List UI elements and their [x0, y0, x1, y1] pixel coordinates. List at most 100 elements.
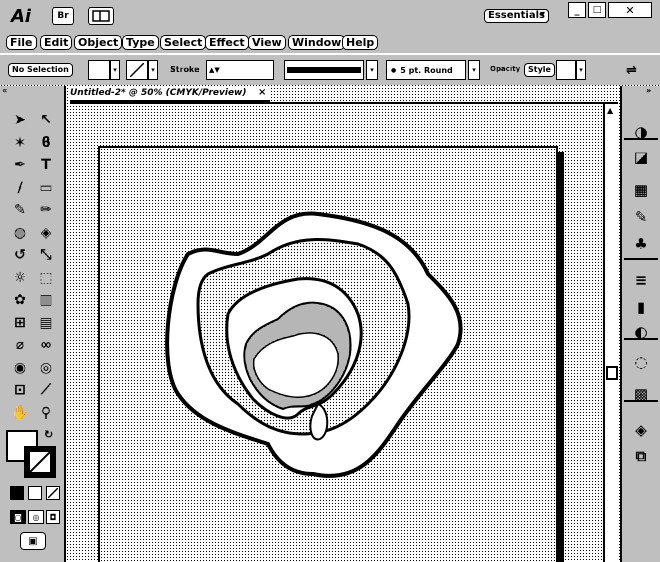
panel-dock: » ◑ ◪ ▦ ✎ ♣ ≡ ▮ ◐ ◌ ▩ ◈ ⧉	[620, 86, 660, 562]
document-tab[interactable]: Untitled-2* @ 50% (CMYK/Preview) ×	[70, 87, 270, 102]
direct-selection-tool-icon[interactable]: ↖	[36, 110, 56, 130]
stroke-panel-icon[interactable]: ≡	[629, 268, 653, 292]
graph-tool-icon[interactable]: ▥	[36, 290, 56, 310]
fill-swatch[interactable]	[88, 60, 110, 80]
panel-group-divider	[624, 400, 658, 402]
brushes-panel-icon[interactable]: ✎	[629, 205, 653, 229]
profile-dropdown-icon[interactable]: ▾	[366, 60, 378, 80]
control-bar: No Selection ▾ ▾ Stroke ▲▼ ▾ ● 5 pt. Rou…	[0, 55, 660, 85]
vertical-scrollbar[interactable]: ▲	[603, 104, 619, 562]
gradient-panel-icon[interactable]: ▮	[629, 295, 653, 319]
draw-inside-button[interactable]: ◘	[46, 510, 60, 524]
screen-mode-button[interactable]: ▣	[20, 532, 46, 550]
menu-select[interactable]: Select	[160, 35, 207, 50]
rectangle-tool-icon[interactable]: ▭	[36, 178, 56, 198]
style-swatch[interactable]	[556, 60, 576, 80]
color-mode-button[interactable]	[10, 486, 24, 500]
panel-group-divider	[624, 338, 658, 340]
style-dropdown-icon[interactable]: ▾	[576, 60, 586, 80]
stroke-weight-field[interactable]: ▲▼	[206, 60, 274, 80]
appearance-panel-icon[interactable]: ◌	[629, 350, 653, 374]
scroll-thumb[interactable]	[606, 366, 618, 380]
stroke-dropdown-icon[interactable]: ▾	[148, 60, 158, 80]
live-paint-tool-icon[interactable]: ◉	[10, 358, 30, 378]
panel-group-divider	[624, 138, 658, 140]
menu-edit[interactable]: Edit	[40, 35, 73, 50]
scale-tool-icon[interactable]: ⤡	[36, 245, 56, 265]
stroke-color-box[interactable]	[24, 446, 56, 478]
menu-object[interactable]: Object	[74, 35, 123, 50]
transparency-panel-icon[interactable]: ◐	[629, 320, 653, 344]
hand-tool-icon[interactable]: ✋	[10, 403, 30, 423]
none-mode-button[interactable]	[46, 486, 60, 500]
paintbrush-tool-icon[interactable]: ✎	[10, 200, 30, 220]
menu-bar: File Edit Object Type Select Effect View…	[0, 33, 660, 53]
menu-type[interactable]: Type	[122, 35, 159, 50]
artboards-panel-icon[interactable]: ⧉	[629, 444, 653, 468]
lasso-tool-icon[interactable]: ϐ	[36, 133, 56, 153]
restore-icon[interactable]: □	[588, 2, 606, 18]
menu-help[interactable]: Help	[342, 35, 379, 50]
menu-view[interactable]: View	[248, 35, 286, 50]
blob-brush-tool-icon[interactable]: ◍	[10, 223, 30, 243]
blend-tool-icon[interactable]: ∞	[36, 335, 56, 355]
brush-dot-icon: ●	[391, 66, 397, 74]
panel-group-divider	[624, 258, 658, 260]
swatches-panel-icon[interactable]: ▦	[629, 178, 653, 202]
slice-tool-icon[interactable]: ⟋	[36, 380, 56, 400]
control-options-icon[interactable]: ⇌	[626, 63, 637, 78]
fill-dropdown-icon[interactable]: ▾	[110, 60, 120, 80]
opacity-label[interactable]: Opacity	[490, 65, 520, 73]
pencil-tool-icon[interactable]: ✏	[36, 200, 56, 220]
panel-dock-collapse-icon[interactable]: »	[646, 86, 651, 95]
rotate-tool-icon[interactable]: ↺	[10, 245, 30, 265]
scroll-up-icon[interactable]: ▲	[607, 106, 613, 115]
menu-file[interactable]: File	[6, 35, 37, 50]
color-guide-panel-icon[interactable]: ◪	[629, 145, 653, 169]
gradient-tool-icon[interactable]: ▤	[36, 313, 56, 333]
free-transform-tool-icon[interactable]: ⬚	[36, 268, 56, 288]
warp-tool-icon[interactable]: ☼	[10, 268, 30, 288]
artboard-tool-icon[interactable]: ⊡	[10, 380, 30, 400]
tools-panel: « ➤ ↖ ✶ ϐ ✒ T ∕ ▭ ✎ ✏ ◍ ◈ ↺ ⤡ ☼ ⬚ ✿ ▥ ⊞ ▤ ⌀ ∞ ◉ ◎ ⊡ ⟋ ✋ ⚲ ↻ ◙ ◎ ◘ ▣	[0, 86, 66, 562]
document-tab-close-icon[interactable]: ×	[258, 87, 266, 98]
brush-definition-value: 5 pt. Round	[400, 65, 453, 75]
live-paint-selection-tool-icon[interactable]: ◎	[36, 358, 56, 378]
tools-panel-header[interactable]: «	[2, 86, 7, 95]
style-label[interactable]: Style	[524, 63, 555, 77]
color-panel-icon[interactable]: ◑	[629, 120, 653, 144]
document-tab-title: Untitled-2* @ 50% (CMYK/Preview)	[70, 88, 247, 98]
graphic-styles-panel-icon[interactable]: ▩	[629, 382, 653, 406]
arrange-documents-icon[interactable]	[88, 7, 114, 25]
workspace-chevron-icon[interactable]: ▾	[540, 9, 545, 20]
mesh-tool-icon[interactable]: ⊞	[10, 313, 30, 333]
type-tool-icon[interactable]: T	[36, 155, 56, 175]
swap-fill-stroke-icon[interactable]: ↻	[44, 428, 53, 441]
application-bar: Ai Br Essentials ▾ _ □ ✕	[0, 0, 660, 33]
menu-window[interactable]: Window	[288, 35, 346, 50]
symbols-panel-icon[interactable]: ♣	[629, 232, 653, 256]
eyedropper-tool-icon[interactable]: ⌀	[10, 335, 30, 355]
draw-normal-button[interactable]: ◙	[10, 510, 26, 524]
draw-behind-button[interactable]: ◎	[28, 510, 44, 524]
brush-dropdown-icon[interactable]: ▾	[468, 60, 480, 80]
minimize-icon[interactable]: _	[568, 2, 586, 18]
pen-tool-icon[interactable]: ✒	[10, 155, 30, 175]
bridge-button[interactable]: Br	[52, 7, 74, 25]
stroke-swatch[interactable]	[126, 60, 148, 80]
canvas-area[interactable]	[68, 104, 603, 562]
layers-panel-icon[interactable]: ◈	[629, 418, 653, 442]
line-tool-icon[interactable]: ∕	[10, 178, 30, 198]
menu-effect[interactable]: Effect	[205, 35, 249, 50]
symbol-sprayer-tool-icon[interactable]: ✿	[10, 290, 30, 310]
selection-tool-icon[interactable]: ➤	[10, 110, 30, 130]
zoom-tool-icon[interactable]: ⚲	[36, 403, 56, 423]
stroke-label: Stroke	[170, 65, 200, 74]
eraser-tool-icon[interactable]: ◈	[36, 223, 56, 243]
app-logo: Ai	[10, 5, 32, 27]
brush-definition-field[interactable]: ● 5 pt. Round	[386, 60, 466, 80]
variable-width-profile[interactable]	[284, 60, 364, 80]
magic-wand-tool-icon[interactable]: ✶	[10, 133, 30, 153]
gradient-mode-button[interactable]	[28, 486, 42, 500]
close-icon[interactable]: ✕	[608, 2, 652, 18]
